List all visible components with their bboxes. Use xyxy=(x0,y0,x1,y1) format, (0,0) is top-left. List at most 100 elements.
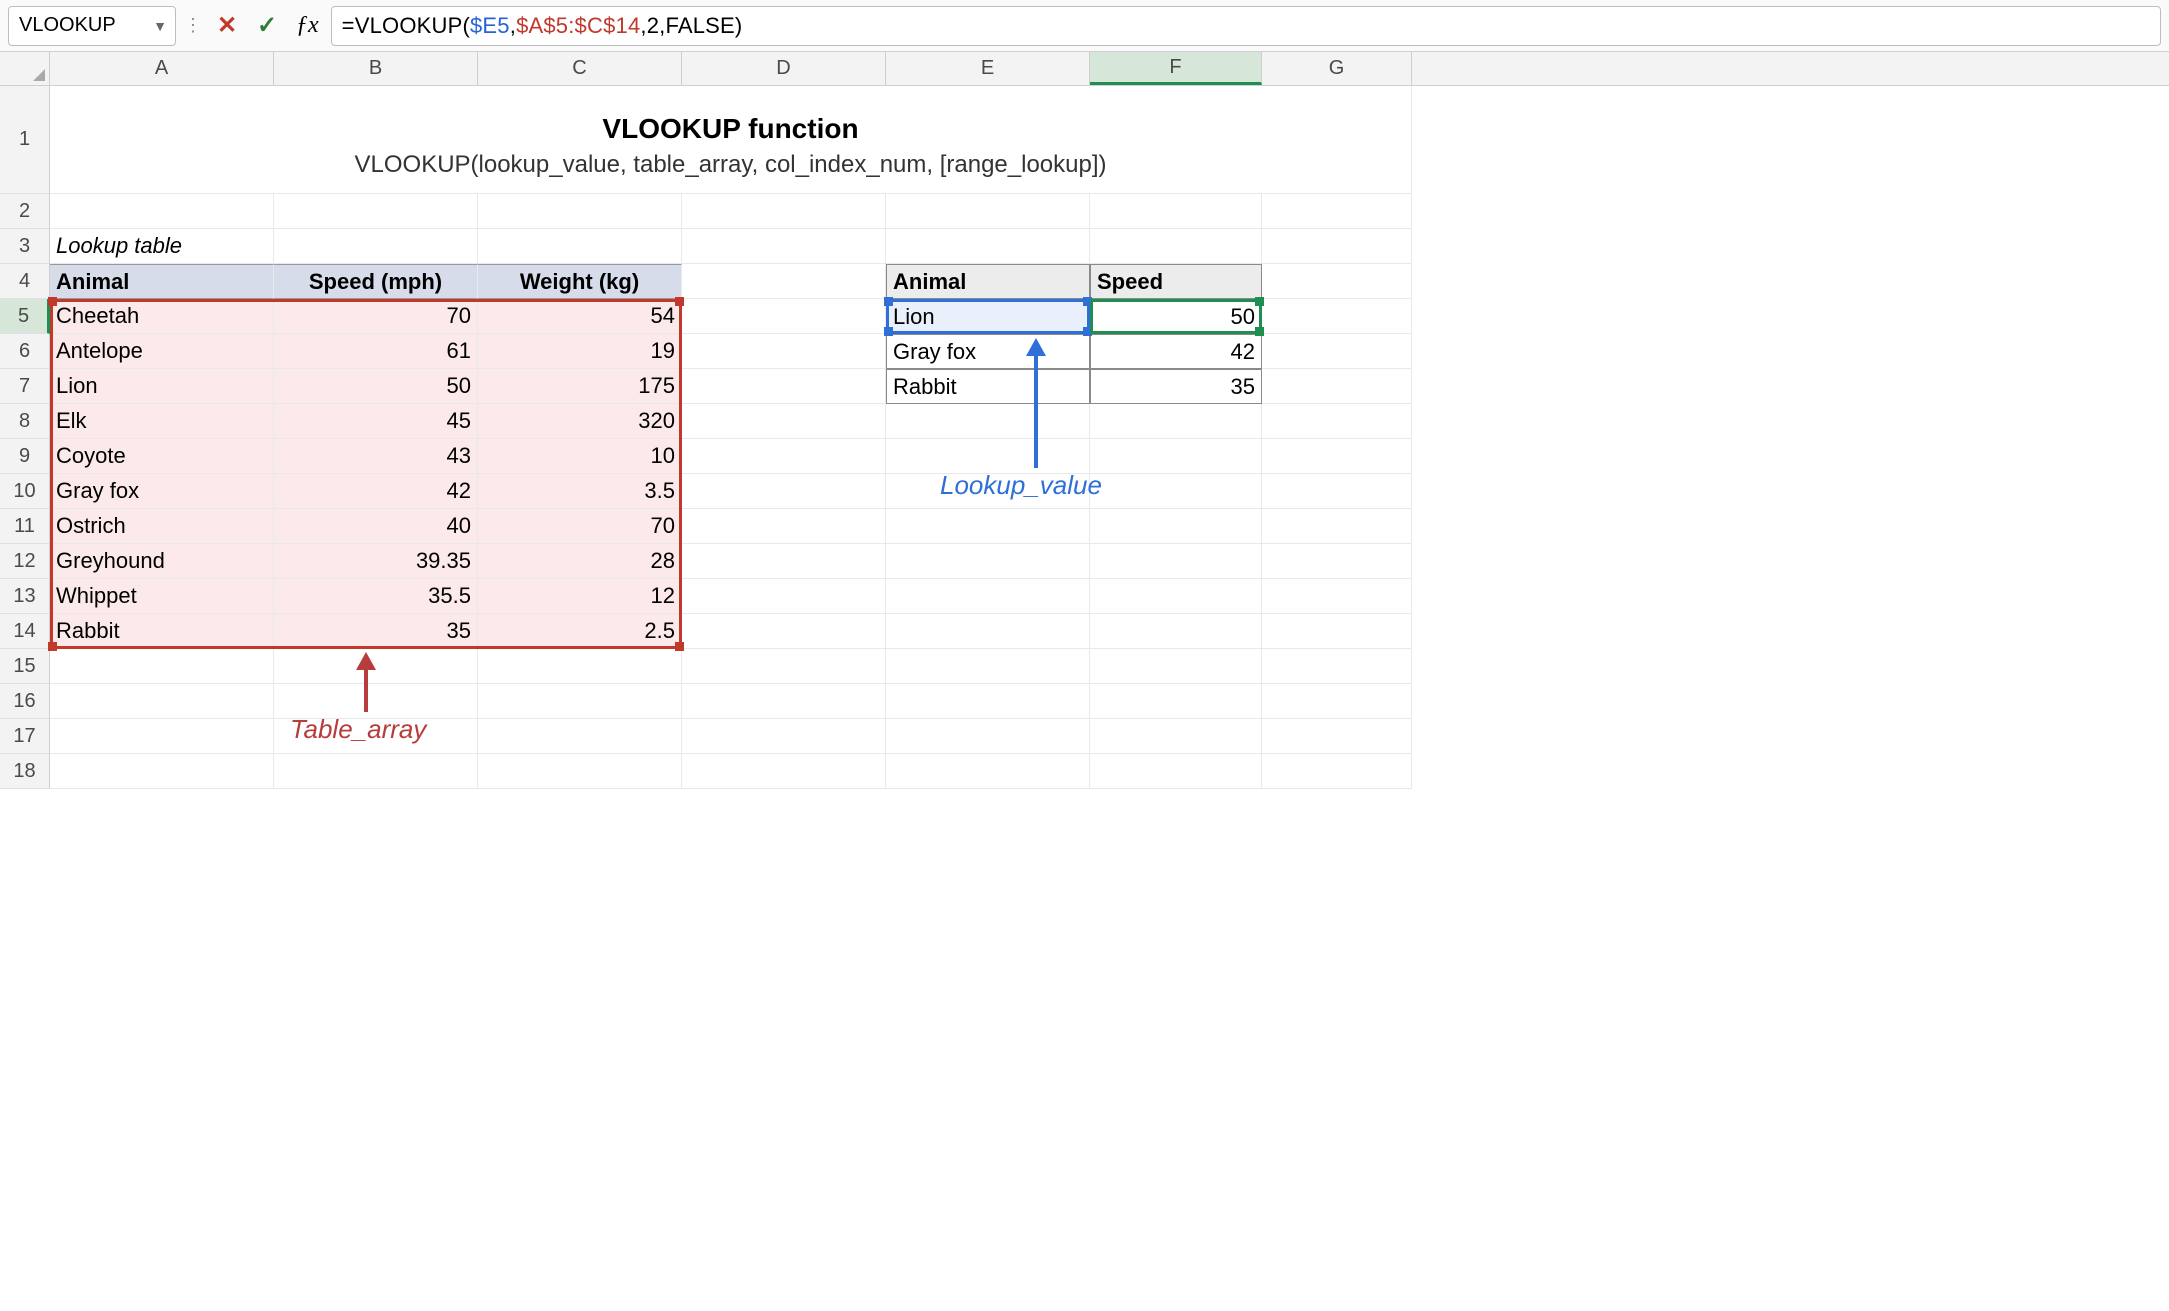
col-header-A[interactable]: A xyxy=(50,52,274,85)
cell[interactable] xyxy=(1262,299,1412,334)
title-cell[interactable]: VLOOKUP function VLOOKUP(lookup_value, t… xyxy=(50,86,1412,194)
cell[interactable] xyxy=(1262,579,1412,614)
right-header-animal[interactable]: Animal xyxy=(886,264,1090,299)
cell[interactable] xyxy=(1090,439,1262,474)
cell[interactable] xyxy=(682,754,886,789)
cell[interactable] xyxy=(478,684,682,719)
right-cell-animal[interactable]: Lion xyxy=(886,299,1090,334)
cell[interactable] xyxy=(1090,229,1262,264)
select-all-corner[interactable] xyxy=(0,52,50,85)
row-header-18[interactable]: 18 xyxy=(0,754,50,789)
cell[interactable] xyxy=(1090,754,1262,789)
cell[interactable] xyxy=(886,509,1090,544)
row-header-10[interactable]: 10 xyxy=(0,474,50,509)
cell[interactable] xyxy=(886,439,1090,474)
cell[interactable] xyxy=(886,404,1090,439)
cell[interactable] xyxy=(682,579,886,614)
cell[interactable] xyxy=(1262,684,1412,719)
row-header-16[interactable]: 16 xyxy=(0,684,50,719)
cell[interactable] xyxy=(682,264,886,299)
cell[interactable] xyxy=(682,334,886,369)
table-header-animal[interactable]: Animal xyxy=(50,264,274,299)
right-header-speed[interactable]: Speed xyxy=(1090,264,1262,299)
cell[interactable] xyxy=(1262,544,1412,579)
table-cell[interactable]: 2.5 xyxy=(478,614,682,649)
cell[interactable] xyxy=(886,719,1090,754)
row-header-8[interactable]: 8 xyxy=(0,404,50,439)
cell[interactable] xyxy=(1262,474,1412,509)
cell[interactable] xyxy=(50,194,274,229)
cell[interactable] xyxy=(50,754,274,789)
row-header-15[interactable]: 15 xyxy=(0,649,50,684)
right-cell-animal[interactable]: Gray fox xyxy=(886,334,1090,369)
col-header-B[interactable]: B xyxy=(274,52,478,85)
table-cell[interactable]: Elk xyxy=(50,404,274,439)
table-header-speed[interactable]: Speed (mph) xyxy=(274,264,478,299)
cell[interactable] xyxy=(274,719,478,754)
right-cell-speed[interactable]: 50 xyxy=(1090,299,1262,334)
cell[interactable] xyxy=(682,509,886,544)
cell[interactable] xyxy=(682,299,886,334)
table-cell[interactable]: 35 xyxy=(274,614,478,649)
table-cell[interactable]: 3.5 xyxy=(478,474,682,509)
col-header-F[interactable]: F xyxy=(1090,52,1262,85)
table-cell[interactable]: 40 xyxy=(274,509,478,544)
table-cell[interactable]: 61 xyxy=(274,334,478,369)
table-cell[interactable]: Whippet xyxy=(50,579,274,614)
cell[interactable] xyxy=(50,649,274,684)
cell[interactable] xyxy=(274,649,478,684)
table-cell[interactable]: Antelope xyxy=(50,334,274,369)
cell[interactable] xyxy=(886,474,1090,509)
cell[interactable] xyxy=(886,544,1090,579)
cell[interactable] xyxy=(1090,544,1262,579)
cell[interactable] xyxy=(682,614,886,649)
cell[interactable] xyxy=(886,194,1090,229)
table-cell[interactable]: 175 xyxy=(478,369,682,404)
cell[interactable] xyxy=(1262,754,1412,789)
table-cell[interactable]: 320 xyxy=(478,404,682,439)
formula-input[interactable]: =VLOOKUP($E5,$A$5:$C$14,2,FALSE) xyxy=(331,6,2161,46)
cell[interactable] xyxy=(274,229,478,264)
cell[interactable] xyxy=(886,649,1090,684)
cell[interactable] xyxy=(478,194,682,229)
table-cell[interactable]: 43 xyxy=(274,439,478,474)
row-header-4[interactable]: 4 xyxy=(0,264,50,299)
row-header-13[interactable]: 13 xyxy=(0,579,50,614)
cell[interactable] xyxy=(682,194,886,229)
cell[interactable] xyxy=(1262,509,1412,544)
cell[interactable] xyxy=(682,229,886,264)
row-header-5[interactable]: 5 xyxy=(0,299,50,334)
table-header-weight[interactable]: Weight (kg) xyxy=(478,264,682,299)
row-header-1[interactable]: 1 xyxy=(0,86,50,194)
table-cell[interactable]: Coyote xyxy=(50,439,274,474)
cell[interactable] xyxy=(1090,614,1262,649)
cell[interactable] xyxy=(1262,719,1412,754)
table-cell[interactable]: Lion xyxy=(50,369,274,404)
table-cell[interactable]: Greyhound xyxy=(50,544,274,579)
cell[interactable] xyxy=(1262,334,1412,369)
cell[interactable] xyxy=(886,579,1090,614)
table-cell[interactable]: 70 xyxy=(274,299,478,334)
cell[interactable] xyxy=(1090,684,1262,719)
cell[interactable] xyxy=(1262,439,1412,474)
cell[interactable] xyxy=(682,719,886,754)
col-header-G[interactable]: G xyxy=(1262,52,1412,85)
table-cell[interactable]: 70 xyxy=(478,509,682,544)
row-header-2[interactable]: 2 xyxy=(0,194,50,229)
cell[interactable] xyxy=(886,684,1090,719)
col-header-C[interactable]: C xyxy=(478,52,682,85)
cell[interactable] xyxy=(1090,509,1262,544)
row-header-6[interactable]: 6 xyxy=(0,334,50,369)
row-header-9[interactable]: 9 xyxy=(0,439,50,474)
cell[interactable] xyxy=(682,684,886,719)
table-cell[interactable]: Gray fox xyxy=(50,474,274,509)
cell[interactable] xyxy=(1090,474,1262,509)
right-cell-speed[interactable]: 35 xyxy=(1090,369,1262,404)
table-cell[interactable]: Ostrich xyxy=(50,509,274,544)
cell[interactable] xyxy=(274,194,478,229)
table-cell[interactable]: 12 xyxy=(478,579,682,614)
chevron-down-icon[interactable]: ▼ xyxy=(153,18,167,34)
cell[interactable] xyxy=(478,754,682,789)
right-cell-animal[interactable]: Rabbit xyxy=(886,369,1090,404)
row-header-11[interactable]: 11 xyxy=(0,509,50,544)
